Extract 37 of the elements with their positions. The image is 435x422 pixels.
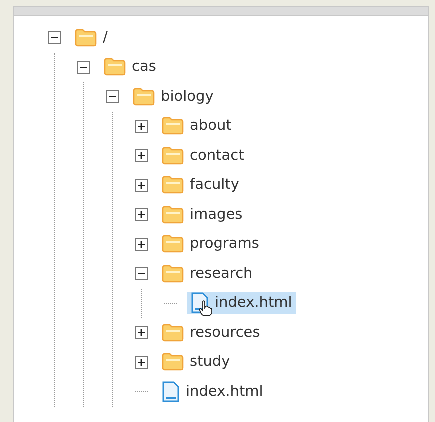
folder-icon [133, 88, 155, 106]
expand-toggle[interactable] [135, 356, 148, 369]
folder-icon [162, 146, 184, 165]
expand-toggle[interactable] [135, 326, 148, 340]
folder-icon [162, 324, 184, 342]
folder-label[interactable]: / [97, 26, 112, 49]
folder-label[interactable]: faculty [184, 174, 244, 196]
folder-icon [162, 353, 184, 372]
folder-label[interactable]: resources [184, 322, 264, 344]
file-icon [162, 380, 180, 403]
folder-icon [162, 117, 184, 136]
hand-cursor-icon [199, 300, 213, 318]
collapse-toggle[interactable] [48, 31, 61, 44]
expand-toggle[interactable] [135, 149, 148, 162]
folder-icon [162, 264, 184, 283]
folder-label[interactable]: research [184, 262, 257, 285]
file-item[interactable]: index.html [158, 380, 268, 403]
folder-label[interactable]: study [184, 351, 234, 374]
expand-toggle[interactable] [135, 120, 148, 133]
folder-icon [162, 206, 184, 224]
folder-icon [75, 28, 97, 47]
collapse-toggle[interactable] [106, 90, 119, 104]
folder-icon [104, 58, 126, 76]
collapse-toggle[interactable] [135, 267, 148, 280]
folder-label[interactable]: contact [184, 144, 248, 167]
collapse-toggle[interactable] [77, 60, 90, 74]
folder-label[interactable]: about [184, 115, 236, 138]
expand-toggle[interactable] [135, 208, 148, 222]
folder-icon [162, 176, 184, 194]
selected-file-item[interactable]: index.html [187, 292, 296, 314]
expand-toggle[interactable] [135, 178, 148, 192]
folder-label[interactable]: biology [155, 86, 218, 108]
folder-label[interactable]: cas [126, 56, 160, 78]
folder-label[interactable]: programs [184, 233, 264, 256]
folder-label[interactable]: images [184, 204, 247, 226]
expand-toggle[interactable] [135, 238, 148, 251]
folder-icon [162, 235, 184, 254]
